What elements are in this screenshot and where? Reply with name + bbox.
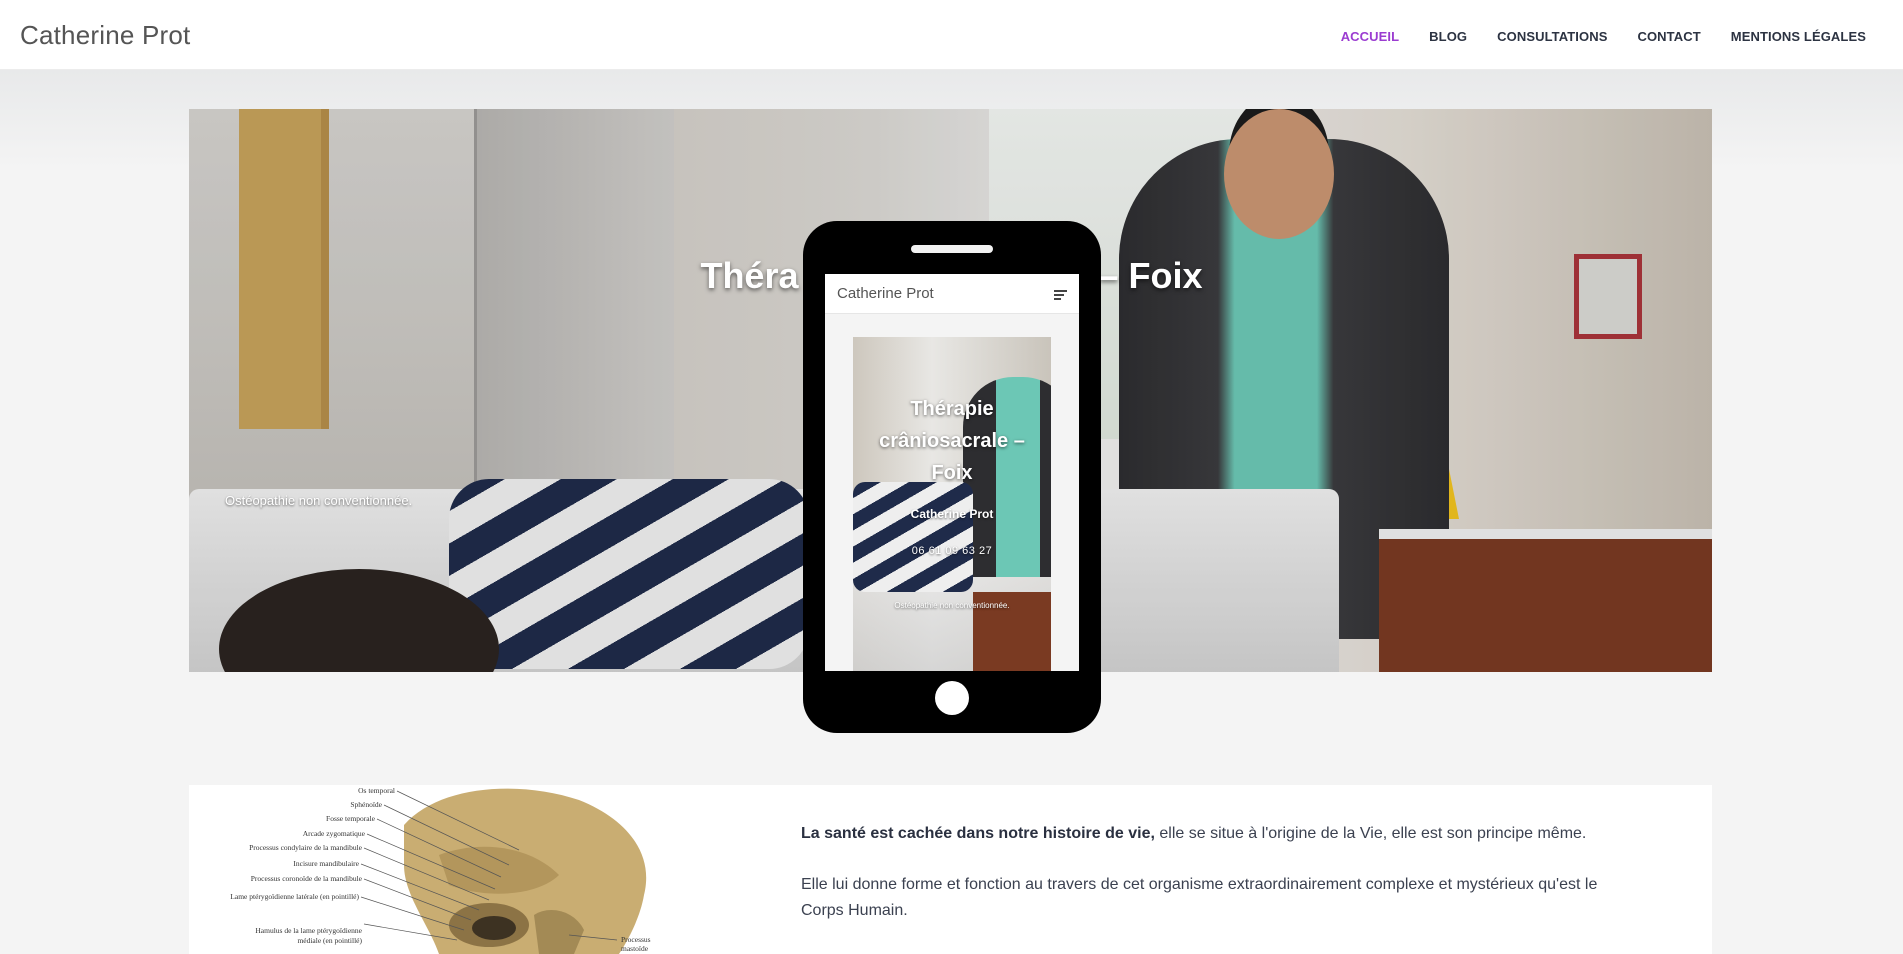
nav-item-mentions-legales[interactable]: MENTIONS LÉGALES [1731, 29, 1866, 44]
label-os-temporal: Os temporal [358, 786, 395, 795]
label-processus-condylaire: Processus condylaire de la mandibule [249, 843, 363, 852]
phone-screen: Catherine Prot Thérapie crâniosacrale – … [825, 274, 1079, 671]
nav-item-accueil[interactable]: ACCUEIL [1341, 29, 1399, 44]
intro-section: Os temporal Sphénoïde Fosse temporale Ar… [189, 785, 1712, 954]
label-processus: Processus [621, 935, 651, 944]
hamburger-menu-icon[interactable] [1054, 290, 1067, 302]
mobile-hero-name: Catherine Prot [910, 507, 994, 521]
label-arcade-zygomatique: Arcade zygomatique [303, 829, 366, 838]
mobile-hero-title: Thérapie crâniosacrale – Foix [879, 398, 1025, 484]
mobile-site-title[interactable]: Catherine Prot [837, 285, 934, 302]
label-sphenoide: Sphénoïde [350, 800, 382, 809]
site-header: Catherine Prot ACCUEIL BLOG CONSULTATION… [0, 0, 1903, 70]
nav-item-contact[interactable]: CONTACT [1637, 29, 1700, 44]
intro-paragraph-1: La santé est cachée dans notre histoire … [801, 825, 1587, 842]
nav-item-blog[interactable]: BLOG [1429, 29, 1467, 44]
mobile-header: Catherine Prot [825, 274, 1079, 314]
phone-mockup: Catherine Prot Thérapie crâniosacrale – … [803, 221, 1101, 733]
label-hamulus-mediale: médiale (en pointillé) [297, 936, 362, 945]
hero-tagline: Ostéopathie non conventionnée. [225, 493, 413, 508]
label-hamulus: Hamulus de la lame ptérygoïdienne [255, 926, 362, 935]
skull-anatomy-image: Os temporal Sphénoïde Fosse temporale Ar… [230, 786, 651, 954]
label-processus-coronoide: Processus coronoïde de la mandibule [251, 874, 363, 883]
label-incisure-mandibulaire: Incisure mandibulaire [293, 859, 359, 868]
nav-item-consultations[interactable]: CONSULTATIONS [1497, 29, 1607, 44]
label-fosse-temporale: Fosse temporale [326, 814, 376, 823]
intro-paragraph-2: Elle lui donne forme et fonction au trav… [801, 876, 1598, 919]
mobile-hero: Thérapie crâniosacrale – Foix Catherine … [853, 337, 1051, 671]
site-title[interactable]: Catherine Prot [20, 20, 190, 51]
phone-speaker [911, 245, 993, 253]
mobile-hero-tagline: Ostéopathie non conventionnée. [894, 601, 1010, 610]
intro-text: La santé est cachée dans notre histoire … [801, 821, 1631, 949]
mobile-hero-phone[interactable]: 06 61 09 63 27 [853, 545, 1051, 557]
phone-home-button [935, 681, 969, 715]
main-nav: ACCUEIL BLOG CONSULTATIONS CONTACT MENTI… [1311, 29, 1866, 44]
label-mastoide: mastoïde [621, 944, 649, 953]
label-lame-pterygoidienne: Lame ptérygoïdienne latérale (en pointil… [230, 892, 359, 901]
